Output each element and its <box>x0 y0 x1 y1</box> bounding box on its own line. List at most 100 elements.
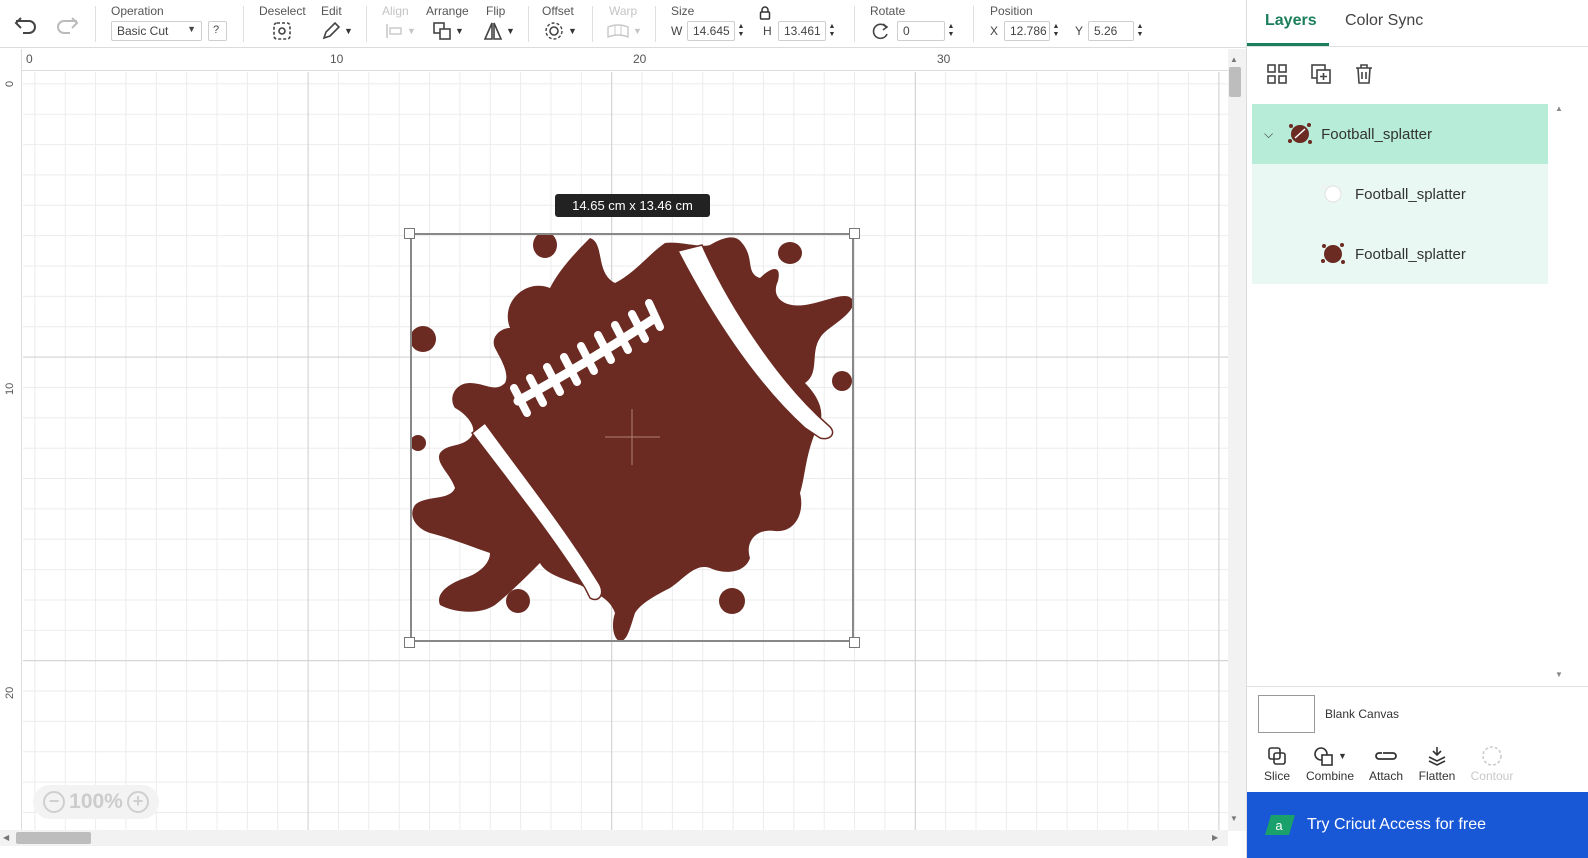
active-tab-indicator <box>1247 43 1329 46</box>
svg-text:a: a <box>1275 818 1283 833</box>
layer-item-football-splatter-brown[interactable]: Football_splatter <box>1252 224 1548 284</box>
offset-button[interactable]: Offset ▼ <box>542 0 582 48</box>
zoom-in-button[interactable]: + <box>127 791 149 813</box>
rotate-icon <box>872 23 889 40</box>
white-splatter-icon <box>1322 185 1342 203</box>
chevron-down-icon: ▼ <box>187 24 196 34</box>
lock-icon[interactable] <box>759 6 771 20</box>
toolbar-divider <box>95 6 96 42</box>
width-input[interactable]: 14.645 <box>687 21 735 41</box>
layer-group-football-splatter[interactable]: ⌵ Football_splatter <box>1252 104 1548 164</box>
scroll-right-icon[interactable]: ▶ <box>1212 833 1218 842</box>
toolbar-divider <box>528 6 529 42</box>
contour-button[interactable]: Contour <box>1464 743 1520 783</box>
design-space-app: Operation Basic Cut ▼ ? Deselect Edit ▼ <box>0 0 1588 858</box>
panel-bottom: Blank Canvas Slice ▼ Combine Attach Flat… <box>1247 686 1588 792</box>
horizontal-scrollbar[interactable] <box>0 830 1228 846</box>
ruler-tick-label: 10 <box>330 52 344 66</box>
flip-button[interactable]: Flip ▼ <box>483 0 519 48</box>
resize-handle-top-left[interactable] <box>404 228 415 239</box>
position-group: Position X 12.786 ▲ ▼ Y 5.26 ▲ ▼ <box>990 0 1150 48</box>
flatten-button[interactable]: Flatten <box>1409 743 1465 783</box>
height-axis-label: H <box>763 24 772 38</box>
vertical-scroll-thumb[interactable] <box>1229 67 1241 97</box>
deselect-button[interactable]: Deselect <box>259 0 309 48</box>
height-input[interactable]: 13.461 <box>778 21 826 41</box>
operation-group: Operation Basic Cut ▼ ? <box>111 0 231 48</box>
ruler-tick-label: 0 <box>4 80 16 87</box>
align-dropdown: ▼ <box>384 20 416 42</box>
resize-handle-bottom-left[interactable] <box>404 637 415 648</box>
toolbar-divider <box>243 6 244 42</box>
combine-icon <box>1314 747 1333 766</box>
align-icon <box>386 24 402 38</box>
flip-icon <box>483 22 503 40</box>
group-icon[interactable] <box>1265 62 1289 86</box>
resize-handle-top-right[interactable] <box>849 228 860 239</box>
scroll-left-icon[interactable]: ◀ <box>3 833 9 842</box>
toolbar-divider <box>366 6 367 42</box>
panel-scroll-up-icon[interactable]: ▲ <box>1555 104 1563 113</box>
warp-dropdown: ▼ <box>606 20 642 42</box>
resize-handle-bottom-right[interactable] <box>849 637 860 648</box>
position-x-input[interactable]: 12.786 <box>1004 21 1050 41</box>
chevron-down-icon[interactable]: ⌵ <box>1264 127 1273 142</box>
tab-color-sync[interactable]: Color Sync <box>1345 12 1423 30</box>
flatten-icon <box>1428 747 1446 766</box>
design-canvas[interactable]: 0 10 20 30 0 10 20 14.65 cm x 13.46 cm −… <box>0 49 1228 831</box>
edit-label: Edit <box>321 4 342 18</box>
toolbar-divider <box>655 6 656 42</box>
layer-item-football-splatter-white[interactable]: Football_splatter <box>1252 164 1548 224</box>
scroll-up-icon[interactable]: ▲ <box>1230 55 1238 64</box>
rotate-group: Rotate 0 ▲ ▼ <box>870 0 962 48</box>
ruler-tick-label: 20 <box>633 52 647 66</box>
operation-help-button[interactable]: ? <box>208 21 227 41</box>
zoom-level: 100% <box>69 790 123 813</box>
slice-button[interactable]: Slice <box>1249 743 1305 783</box>
ruler-tick-label: 20 <box>4 686 16 699</box>
toolbar: Operation Basic Cut ▼ ? Deselect Edit ▼ <box>0 0 1246 48</box>
y-axis-label: Y <box>1075 24 1084 38</box>
caret-down-icon: ▼ <box>407 26 416 36</box>
operation-select[interactable]: Basic Cut ▼ <box>111 21 202 41</box>
align-button[interactable]: Align ▼ <box>382 0 418 48</box>
flip-label: Flip <box>486 4 506 18</box>
position-y-stepper[interactable]: ▲ ▼ <box>1134 21 1146 41</box>
offset-dropdown: ▼ <box>543 20 577 42</box>
layer-name: Football_splatter <box>1321 125 1433 143</box>
arrange-dropdown: ▼ <box>432 20 464 42</box>
tab-layers[interactable]: Layers <box>1265 12 1317 30</box>
horizontal-scroll-thumb[interactable] <box>16 832 91 844</box>
duplicate-icon[interactable] <box>1309 62 1333 86</box>
flatten-label: Flatten <box>1418 769 1456 783</box>
position-y-input[interactable]: 5.26 <box>1088 21 1134 41</box>
edit-button[interactable]: Edit ▼ <box>321 0 361 48</box>
scroll-down-icon[interactable]: ▼ <box>1230 814 1238 823</box>
undo-icon[interactable] <box>14 15 38 35</box>
operation-label: Operation <box>111 4 164 18</box>
zoom-out-button[interactable]: − <box>43 791 65 813</box>
vertical-scrollbar[interactable] <box>1228 49 1246 831</box>
blank-canvas-label: Blank Canvas <box>1325 707 1400 721</box>
blank-canvas-swatch[interactable] <box>1258 695 1315 733</box>
arrange-button[interactable]: Arrange ▼ <box>426 0 472 48</box>
height-stepper[interactable]: ▲ ▼ <box>826 21 838 41</box>
selection-box[interactable] <box>410 233 854 642</box>
combine-button[interactable]: ▼ Combine <box>1301 743 1359 783</box>
position-x-stepper[interactable]: ▲ ▼ <box>1050 21 1062 41</box>
position-label: Position <box>990 4 1033 18</box>
trash-icon[interactable] <box>1352 62 1376 86</box>
rotate-input[interactable]: 0 <box>897 21 945 41</box>
width-axis-label: W <box>671 24 683 38</box>
attach-button[interactable]: Attach <box>1358 743 1414 783</box>
width-stepper[interactable]: ▲ ▼ <box>735 21 747 41</box>
cricut-access-promo-button[interactable]: a Try Cricut Access for free <box>1247 792 1588 858</box>
rotate-stepper[interactable]: ▲ ▼ <box>945 21 957 41</box>
align-label: Align <box>382 4 409 18</box>
panel-tabs: Layers Color Sync <box>1247 0 1588 47</box>
warp-icon <box>607 24 629 39</box>
panel-scroll-down-icon[interactable]: ▼ <box>1555 670 1563 679</box>
x-axis-label: X <box>990 24 999 38</box>
redo-icon[interactable] <box>55 15 79 35</box>
warp-button[interactable]: Warp ▼ <box>606 0 646 48</box>
